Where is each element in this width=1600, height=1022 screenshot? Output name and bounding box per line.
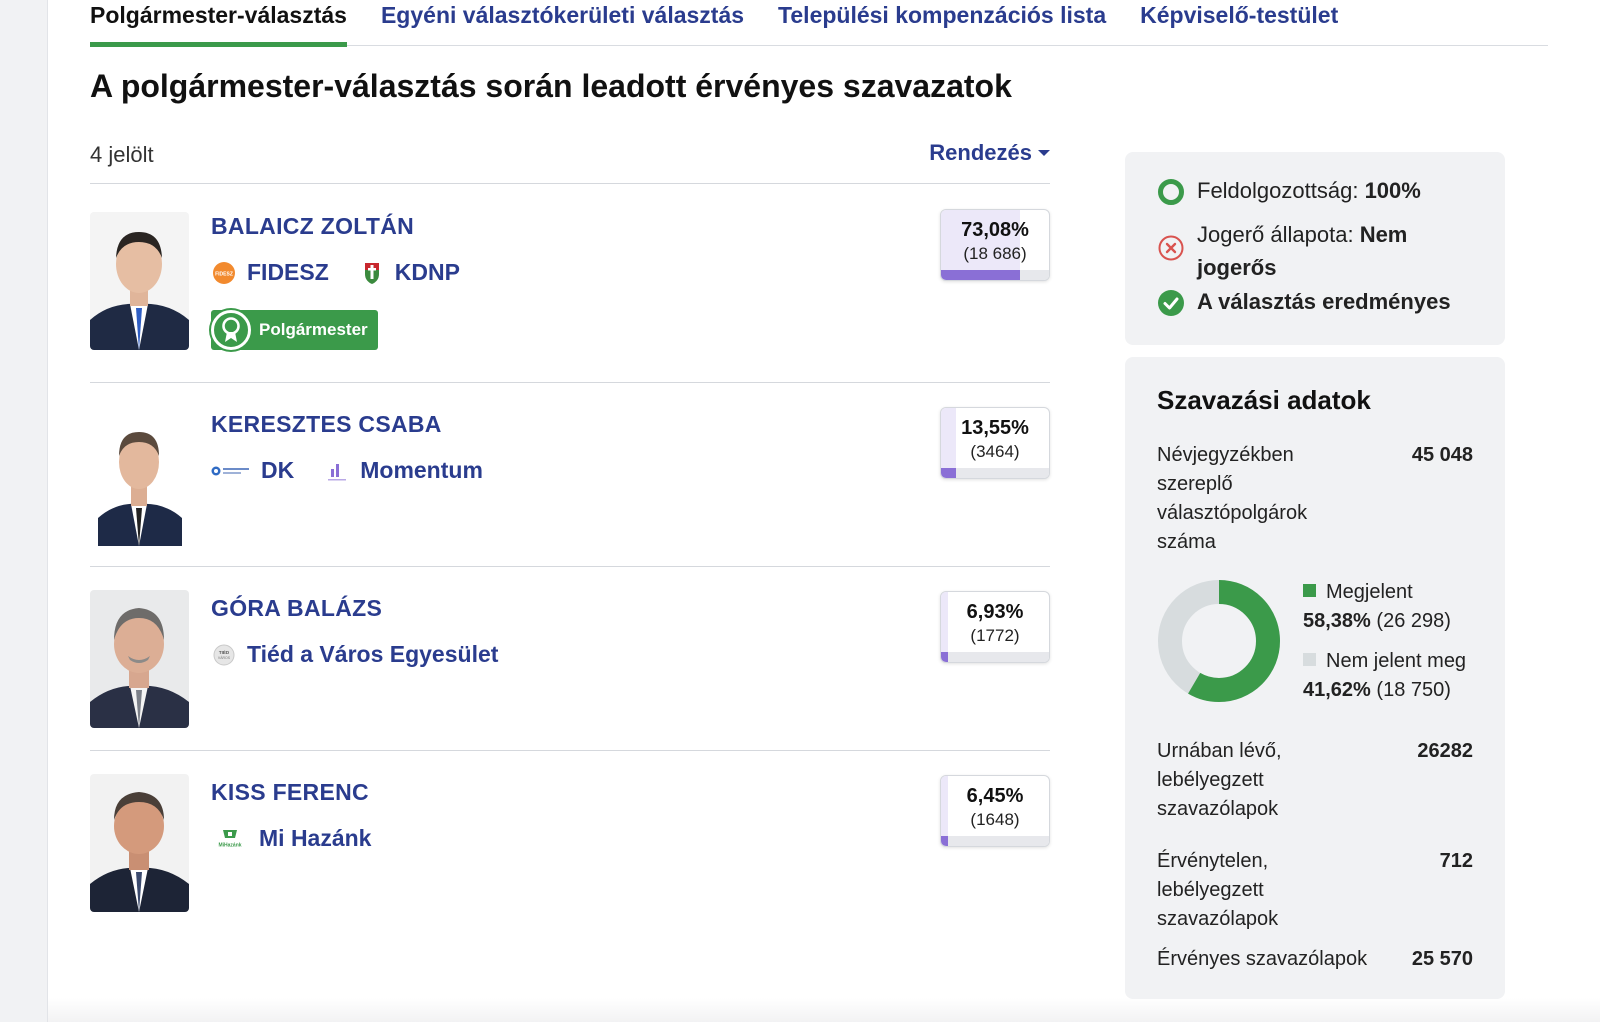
- vote-share-box: 6,45% (1648): [940, 775, 1050, 847]
- tied-a-varos-logo-icon: TIÉD VÁROS: [211, 642, 237, 668]
- voting-data-title: Szavazási adatok: [1157, 385, 1371, 415]
- voting-data-panel: Szavazási adatok Névjegyzékben szereplő …: [1125, 357, 1505, 999]
- tab-individual-district[interactable]: Egyéni választókerületi választás: [381, 0, 744, 46]
- party-kdnp: KDNP: [359, 259, 460, 286]
- invalid-ballots-row: Érvénytelen, lebélyegzett szavazólapok 7…: [1157, 847, 1473, 934]
- legend-absent: Nem jelent meg 41,62% (18 750): [1303, 650, 1467, 701]
- svg-text:TIÉD: TIÉD: [219, 648, 230, 655]
- valid-ballots-row: Érvényes szavazólapok 25 570: [1157, 945, 1473, 974]
- caret-down-icon: [1038, 150, 1050, 156]
- candidate-row: KISS FERENC MiHazánk Mi Hazánk 6,45% (16…: [90, 751, 1050, 931]
- dk-logo-icon: [211, 458, 251, 484]
- party-fidesz: FIDESZ FIDESZ: [211, 259, 329, 286]
- vote-share-bar: [941, 652, 949, 662]
- x-circle-icon: [1158, 235, 1184, 261]
- vote-share-bar-track: [941, 836, 1049, 846]
- party-name: FIDESZ: [247, 259, 329, 285]
- momentum-logo-icon: [324, 458, 350, 484]
- status-panel: Feldolgozottság: 100% Jogerő állapota: N…: [1125, 152, 1505, 345]
- results-header: 4 jelölt Rendezés: [90, 140, 1050, 184]
- party-name: Tiéd a Város Egyesület: [247, 641, 499, 667]
- candidate-parties: MiHazánk Mi Hazánk: [211, 825, 401, 852]
- candidate-photo: [90, 408, 189, 546]
- vote-share-box: 6,93% (1772): [940, 591, 1050, 663]
- legend-green-swatch: [1303, 584, 1316, 597]
- processing-status: Feldolgozottság: 100%: [1157, 178, 1421, 206]
- vote-percent: 6,45%: [966, 785, 1024, 807]
- tab-assembly[interactable]: Képviselő-testület: [1140, 0, 1338, 46]
- legend-gray-swatch: [1303, 653, 1316, 666]
- tab-mayor-election[interactable]: Polgármester-választás: [90, 0, 347, 47]
- legal-status: Jogerő állapota: Nem jogerős: [1157, 218, 1477, 284]
- candidate-name[interactable]: BALAICZ ZOLTÁN: [211, 213, 414, 240]
- candidate-photo: [90, 590, 189, 728]
- candidate-photo: [90, 774, 189, 912]
- party-name: DK: [261, 457, 295, 483]
- ballots-in-urn-value: 26282: [1417, 740, 1473, 762]
- valid-ballots-value: 25 570: [1411, 948, 1473, 970]
- party-tied-a-varos: TIÉD VÁROS Tiéd a Város Egyesület: [211, 641, 498, 668]
- candidate-name[interactable]: GÓRA BALÁZS: [211, 595, 382, 622]
- result-status: A választás eredményes: [1157, 289, 1451, 317]
- party-name: Mi Hazánk: [259, 825, 372, 851]
- vote-percent: 13,55%: [961, 417, 1029, 439]
- party-mi-hazank: MiHazánk Mi Hazánk: [211, 825, 371, 852]
- vote-share-bar-track: [941, 468, 1049, 478]
- candidate-row: GÓRA BALÁZS TIÉD VÁROS Tiéd a Város Egyes…: [90, 567, 1050, 751]
- vote-share-box: 13,55% (3464): [940, 407, 1050, 479]
- svg-text:VÁROS: VÁROS: [218, 656, 231, 660]
- fidesz-logo-icon: FIDESZ: [211, 260, 237, 286]
- invalid-ballots-value: 712: [1439, 850, 1473, 872]
- page-title: A polgármester-választás során leadott é…: [90, 68, 1012, 104]
- bottom-fade: [48, 998, 1600, 1022]
- svg-text:FIDESZ: FIDESZ: [215, 271, 233, 277]
- candidate-parties: TIÉD VÁROS Tiéd a Város Egyesület: [211, 641, 528, 668]
- turnout-donut-chart: [1158, 580, 1280, 702]
- vote-count: (18 686): [963, 244, 1027, 263]
- party-name: KDNP: [394, 259, 460, 285]
- progress-ring-icon: [1158, 179, 1184, 205]
- svg-text:MiHazánk: MiHazánk: [218, 842, 241, 848]
- vote-count: (1648): [970, 810, 1020, 829]
- candidate-row: KERESZTES CSABA DK Momentum 13,55% (3464…: [90, 383, 1050, 567]
- candidate-count: 4 jelölt: [90, 142, 154, 167]
- vote-count: (3464): [970, 442, 1020, 461]
- tab-compensation-list[interactable]: Települési kompenzációs lista: [778, 0, 1106, 46]
- check-circle-icon: [1158, 290, 1184, 316]
- vote-share-bar: [941, 270, 1020, 280]
- vote-share-bar: [941, 836, 948, 846]
- candidate-photo: [90, 212, 189, 350]
- vote-share-bar-track: [941, 652, 1049, 662]
- vote-share-box: 73,08% (18 686): [940, 209, 1050, 281]
- vote-share-bar: [941, 468, 956, 478]
- candidate-name[interactable]: KERESZTES CSABA: [211, 411, 442, 438]
- registered-voters-value: 45 048: [1411, 444, 1473, 466]
- registered-voters-row: Névjegyzékben szereplő választópolgárok …: [1157, 441, 1473, 557]
- candidate-parties: FIDESZ FIDESZ KDNP: [211, 259, 490, 286]
- candidate-parties: DK Momentum: [211, 457, 513, 484]
- sort-dropdown-button[interactable]: Rendezés: [929, 140, 1050, 166]
- mi-hazank-logo-icon: MiHazánk: [211, 826, 249, 852]
- party-name: Momentum: [360, 457, 483, 483]
- candidate-row: BALAICZ ZOLTÁN FIDESZ FIDESZ KDNP Polgár…: [90, 185, 1050, 383]
- ballots-in-urn-label: Urnában lévő, lebélyegzett szavazólapok: [1157, 740, 1282, 820]
- candidate-name[interactable]: KISS FERENC: [211, 779, 369, 806]
- sort-label: Rendezés: [929, 140, 1032, 165]
- vote-count: (1772): [970, 626, 1020, 645]
- registered-voters-label: Névjegyzékben szereplő választópolgárok …: [1157, 444, 1308, 553]
- vote-percent: 6,93%: [966, 601, 1024, 623]
- legend-present: Megjelent 58,38% (26 298): [1303, 581, 1451, 632]
- ballots-in-urn-row: Urnában lévő, lebélyegzett szavazólapok …: [1157, 737, 1473, 824]
- mayor-winner-badge: Polgármester: [211, 310, 378, 350]
- party-momentum: Momentum: [324, 457, 483, 484]
- invalid-ballots-label: Érvénytelen, lebélyegzett szavazólapok: [1157, 850, 1279, 930]
- left-gutter: [0, 0, 48, 1022]
- election-tabs: Polgármester-választás Egyéni választóke…: [90, 0, 1548, 47]
- award-medal-icon: [211, 310, 251, 350]
- party-dk: DK: [211, 457, 294, 484]
- vote-percent: 73,08%: [961, 219, 1029, 241]
- kdnp-logo-icon: [359, 260, 385, 286]
- valid-ballots-label: Érvényes szavazólapok: [1157, 948, 1368, 970]
